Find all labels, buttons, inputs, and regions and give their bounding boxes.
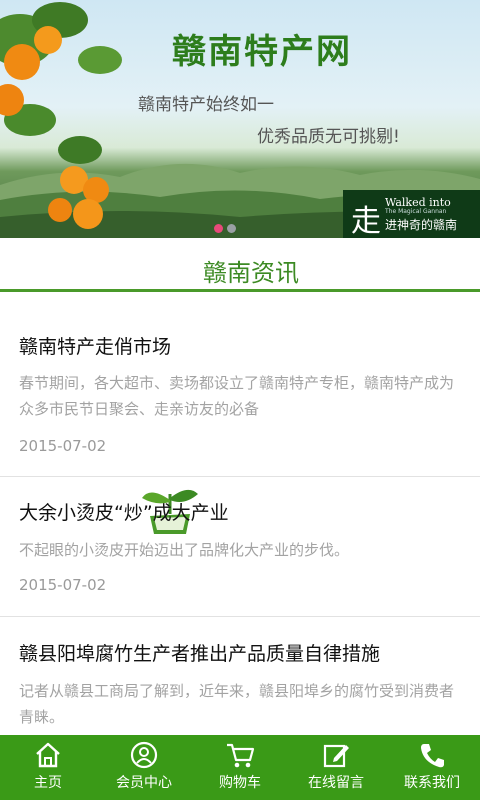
user-icon	[130, 741, 158, 769]
banner-slogan-line2: 优秀品质无可挑剔!	[257, 127, 400, 147]
section-divider	[0, 289, 480, 292]
home-icon	[36, 742, 60, 768]
news-title[interactable]: 赣南特产走俏市场	[19, 332, 171, 359]
carousel-indicator[interactable]	[214, 218, 240, 237]
banner-slogan-line1: 赣南特产始终如一	[138, 95, 274, 115]
nav-home-label: 主页	[34, 775, 62, 791]
nav-cart[interactable]: 购物车	[192, 735, 288, 800]
edit-icon	[323, 744, 349, 768]
news-title[interactable]: 大余小烫皮“炒”成大产业	[19, 498, 229, 525]
section-title: 赣南资讯	[203, 259, 299, 287]
nav-message[interactable]: 在线留言	[288, 735, 384, 800]
nav-cart-label: 购物车	[219, 775, 261, 791]
news-item[interactable]: 大余小烫皮“炒”成大产业 不起眼的小烫皮开始迈出了品牌化大产业的步伐。 2015…	[0, 477, 480, 617]
news-summary: 记者从赣县工商局了解到，近年来，赣县阳埠乡的腐竹受到消费者青睐。	[19, 682, 455, 726]
orange-tree-illustration	[0, 2, 122, 229]
news-date: 2015-07-02	[19, 437, 107, 455]
badge-mark: 走	[351, 204, 381, 238]
nav-contact-label: 联系我们	[404, 775, 460, 791]
banner[interactable]: 赣南特产网 赣南特产始终如一 优秀品质无可挑剔! 走 Walked into T…	[0, 0, 480, 238]
news-item[interactable]: 赣南特产走俏市场 春节期间，各大超市、卖场都设立了赣南特产专柜，赣南特产成为众多…	[0, 300, 480, 477]
badge-chinese-text: 进神奇的赣南	[385, 218, 458, 232]
news-summary: 不起眼的小烫皮开始迈出了品牌化大产业的步伐。	[19, 541, 350, 559]
cart-icon	[227, 743, 255, 768]
carousel-dot-active[interactable]	[214, 224, 223, 233]
nav-contact[interactable]: 联系我们	[384, 735, 480, 800]
news-list: 赣南特产走俏市场 春节期间，各大超市、卖场都设立了赣南特产专柜，赣南特产成为众多…	[0, 300, 480, 737]
news-title[interactable]: 赣县阳埠腐竹生产者推出产品质量自律措施	[19, 639, 380, 666]
banner-title: 赣南特产网	[172, 32, 352, 72]
bottom-nav: 主页 会员中心 购物车 在线留言 联系我们	[0, 735, 480, 800]
news-item[interactable]: 赣县阳埠腐竹生产者推出产品质量自律措施 记者从赣县工商局了解到，近年来，赣县阳埠…	[0, 617, 480, 737]
nav-member-center-label: 会员中心	[116, 775, 172, 791]
news-date: 2015-07-02	[19, 576, 107, 594]
news-summary: 春节期间，各大超市、卖场都设立了赣南特产专柜，赣南特产成为众多市民节日聚会、走亲…	[19, 374, 455, 418]
phone-icon	[421, 744, 444, 768]
carousel-dot[interactable]	[227, 224, 236, 233]
badge-english-line2: The Magical Gannan	[385, 208, 447, 215]
nav-message-label: 在线留言	[308, 775, 364, 791]
nav-member-center[interactable]: 会员中心	[96, 735, 192, 800]
banner-badge: 走 Walked into The Magical Gannan 进神奇的赣南	[343, 190, 480, 238]
nav-home[interactable]: 主页	[0, 735, 96, 800]
